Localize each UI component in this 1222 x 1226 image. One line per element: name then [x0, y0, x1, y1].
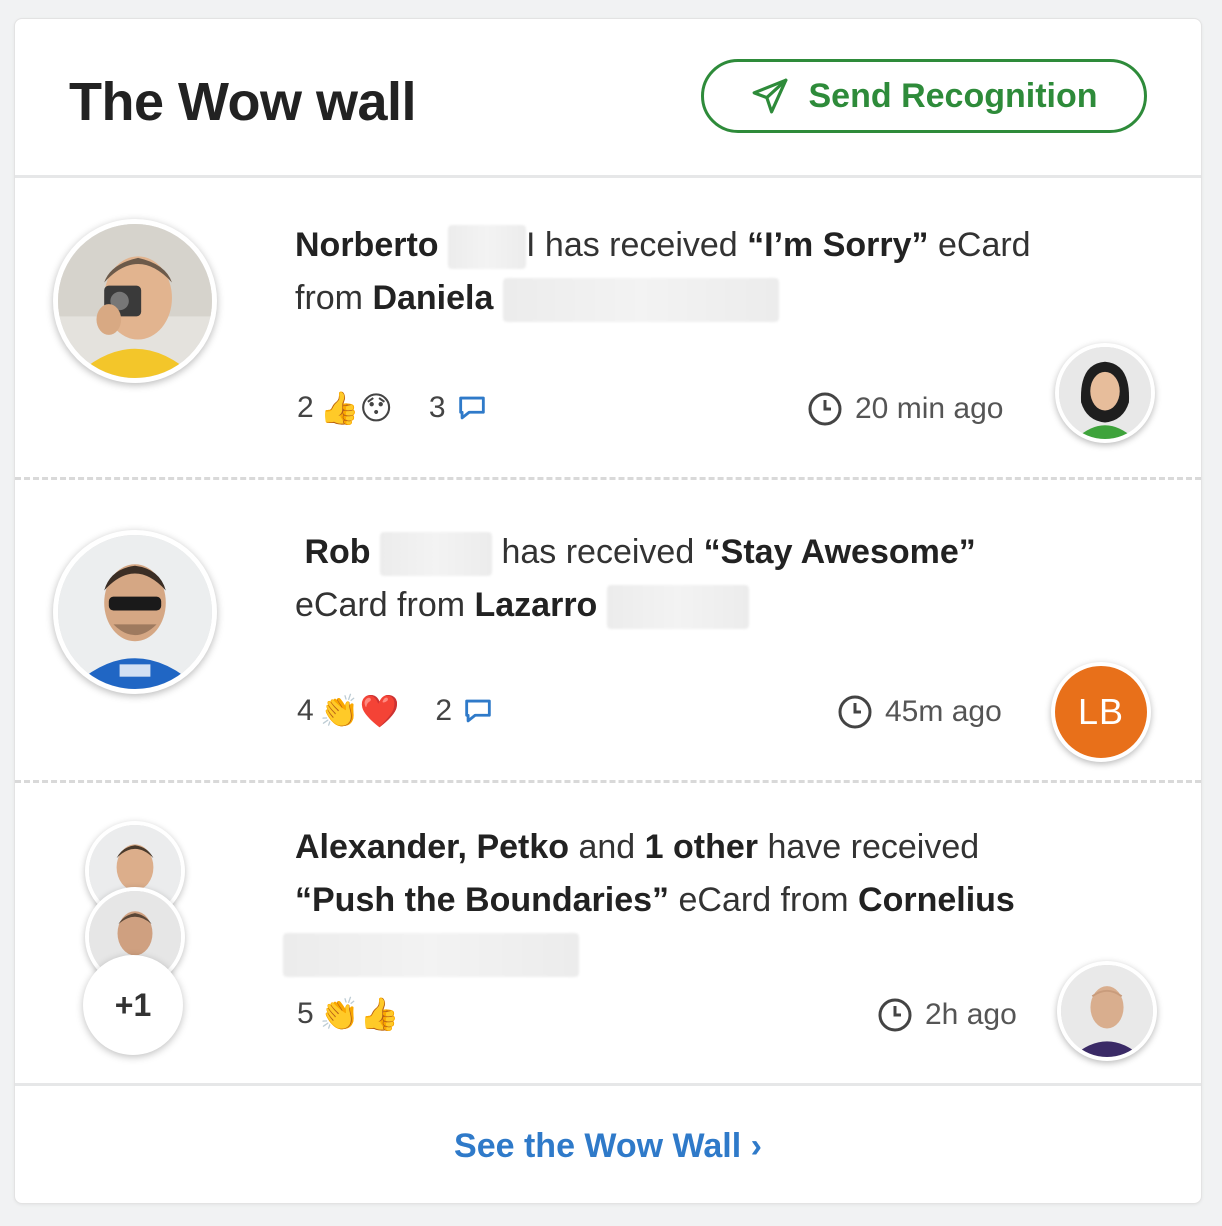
- reaction-count[interactable]: 2: [297, 391, 314, 425]
- feed-item: Rob has received “Stay Awesome” eCard fr…: [15, 480, 1201, 783]
- recognition-message: Rob has received “Stay Awesome” eCard fr…: [295, 526, 1125, 632]
- reaction-count[interactable]: 4: [297, 694, 314, 728]
- thumbs-up-emoji[interactable]: 👍: [360, 998, 400, 1030]
- time-text: 2h ago: [925, 998, 1017, 1031]
- paper-plane-icon: [752, 78, 787, 114]
- recipient-name[interactable]: Petko: [476, 828, 569, 866]
- timestamp: 2h ago: [877, 997, 1017, 1033]
- heart-emoji[interactable]: ❤️: [360, 695, 400, 727]
- comment-bubble-icon: [458, 396, 485, 420]
- clock-icon: [878, 998, 912, 1032]
- redacted-surname: [606, 585, 749, 630]
- feed-item: +1 Alexander, Petko and 1 other have rec…: [15, 783, 1201, 1083]
- redacted-surname: [380, 532, 492, 577]
- thumbs-up-emoji[interactable]: 👍: [320, 392, 360, 424]
- feed-item: Norberto I has received “I’m Sorry” eCar…: [15, 175, 1201, 480]
- ecard-name[interactable]: “Push the Boundaries”: [295, 881, 669, 919]
- clapping-emoji[interactable]: 👏: [320, 695, 360, 727]
- more-recipients-count: +1: [114, 986, 152, 1023]
- recipient-avatar[interactable]: [53, 219, 217, 383]
- sender-initials: LB: [1077, 691, 1125, 732]
- redacted-surname: [448, 225, 527, 270]
- recipient-name[interactable]: Rob: [304, 533, 370, 571]
- card-title: The Wow wall: [69, 72, 417, 132]
- timestamp: 45m ago: [837, 694, 1002, 730]
- comments-button[interactable]: 2: [435, 694, 496, 728]
- ecard-suffix: eCard: [928, 226, 1031, 264]
- redacted-surname: [502, 278, 779, 323]
- sender-name[interactable]: Cornelius: [858, 881, 1015, 919]
- item-meta: 2 👍 😯 3: [297, 391, 490, 425]
- recognition-message: Alexander, Petko and 1 other have receiv…: [283, 821, 1125, 980]
- send-recognition-label: Send Recognition: [808, 76, 1098, 115]
- item-meta: 5 👏 👍: [297, 997, 399, 1031]
- see-wow-wall-link[interactable]: See the Wow Wall ›: [454, 1127, 762, 1166]
- comment-bubble-icon: [465, 699, 491, 723]
- sender-name[interactable]: Daniela: [372, 279, 493, 317]
- reaction-count[interactable]: 5: [297, 997, 314, 1031]
- send-recognition-button[interactable]: Send Recognition: [701, 59, 1147, 133]
- others-link[interactable]: 1 other: [645, 828, 758, 866]
- recipient-name[interactable]: Norberto: [295, 226, 439, 264]
- ecard-name[interactable]: “I’m Sorry”: [747, 226, 928, 264]
- comment-count: 2: [435, 694, 453, 727]
- recognition-message: Norberto I has received “I’m Sorry” eCar…: [295, 219, 1125, 325]
- surprised-emoji[interactable]: 😯: [360, 392, 393, 424]
- sender-avatar[interactable]: [1055, 343, 1155, 443]
- comment-count: 3: [428, 391, 446, 424]
- timestamp: 20 min ago: [807, 391, 1003, 427]
- sender-name[interactable]: Lazarro: [475, 586, 598, 624]
- wow-wall-card: The Wow wall Send Recognition Norberto I…: [14, 18, 1202, 1204]
- from-text: from: [295, 279, 373, 317]
- sender-avatar[interactable]: [1057, 961, 1157, 1061]
- received-text: have received: [758, 828, 980, 866]
- clapping-emoji[interactable]: 👏: [320, 998, 360, 1030]
- ecard-name[interactable]: “Stay Awesome”: [704, 533, 976, 571]
- comments-button[interactable]: 3: [429, 391, 490, 425]
- from-text: eCard from: [669, 881, 859, 919]
- sender-initials-avatar[interactable]: LB: [1051, 662, 1151, 762]
- more-recipients-badge[interactable]: +1: [83, 955, 183, 1055]
- time-text: 45m ago: [885, 695, 1002, 728]
- clock-icon: [808, 392, 842, 426]
- and-text: and: [569, 828, 645, 866]
- card-header: The Wow wall Send Recognition: [15, 19, 1201, 178]
- recipient-avatar[interactable]: [53, 530, 217, 694]
- time-text: 20 min ago: [855, 392, 1004, 425]
- card-footer: See the Wow Wall ›: [15, 1083, 1201, 1206]
- clock-icon: [838, 695, 872, 729]
- received-text: has received: [492, 533, 704, 571]
- from-text: eCard from: [295, 586, 475, 624]
- recipient-name[interactable]: Alexander: [295, 828, 458, 866]
- received-text: has received: [535, 226, 748, 264]
- redacted-surname: [283, 933, 579, 978]
- item-meta: 4 👏 ❤️ 2: [297, 694, 496, 728]
